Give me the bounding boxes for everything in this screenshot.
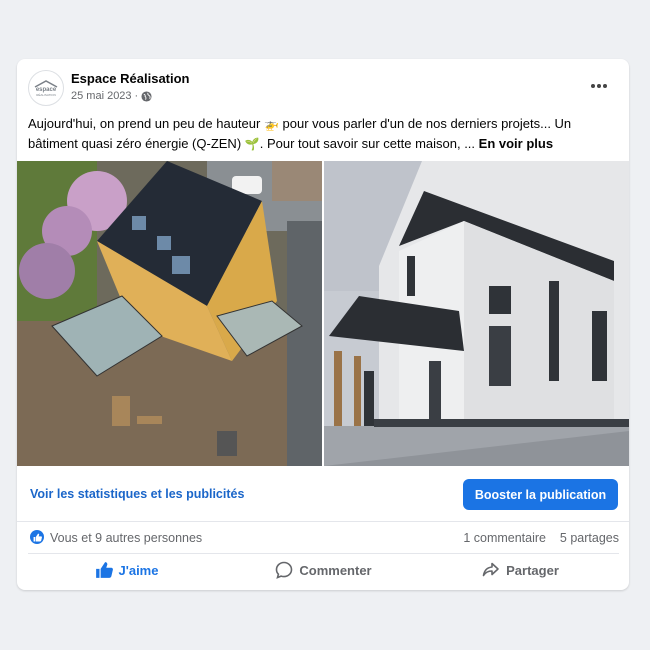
like-reaction-icon[interactable]: [30, 530, 44, 544]
post-text-part: . Pour tout savoir sur cette maison, ...: [259, 136, 479, 151]
seedling-emoji: 🌱: [244, 137, 260, 151]
page-name[interactable]: Espace Réalisation: [71, 71, 190, 86]
photo-house-street[interactable]: [324, 161, 629, 466]
thumbs-up-icon: [95, 562, 113, 578]
more-options-button[interactable]: [587, 76, 611, 96]
post-text: Aujourd'hui, on prend un peu de hauteur …: [28, 114, 620, 154]
photo-grid: [17, 161, 629, 466]
avatar[interactable]: espace RÉALISATION: [28, 70, 64, 106]
like-label: J'aime: [118, 562, 159, 578]
reaction-summary[interactable]: Vous et 9 autres personnes: [50, 531, 202, 545]
dot-icon: [591, 84, 595, 88]
post-meta: 25 mai 2023 ·: [71, 90, 152, 102]
boost-post-button[interactable]: Booster la publication: [463, 479, 618, 510]
share-count[interactable]: 5 partages: [560, 531, 619, 545]
see-more-link[interactable]: En voir plus: [479, 136, 553, 151]
comment-count[interactable]: 1 commentaire: [463, 531, 546, 545]
share-button[interactable]: Partager: [422, 555, 619, 585]
helicopter-emoji: 🚁: [263, 117, 279, 131]
share-label: Partager: [506, 562, 559, 578]
post-card: espace RÉALISATION Espace Réalisation 25…: [17, 59, 629, 590]
view-insights-link[interactable]: Voir les statistiques et les publicités: [30, 487, 244, 501]
globe-icon: [141, 90, 152, 102]
like-button[interactable]: J'aime: [28, 555, 225, 585]
action-bar: J'aime Commenter Partager: [28, 555, 619, 585]
dot-icon: [597, 84, 601, 88]
share-icon: [482, 562, 499, 577]
avatar-logo-subtext: RÉALISATION: [36, 92, 56, 97]
post-text-part: Aujourd'hui, on prend un peu de hauteur: [28, 116, 264, 131]
comment-label: Commenter: [299, 562, 372, 578]
dot-icon: [603, 84, 607, 88]
comment-button[interactable]: Commenter: [225, 555, 422, 585]
meta-separator: ·: [134, 90, 139, 102]
post-date[interactable]: 25 mai 2023: [71, 90, 132, 102]
post-header: espace RÉALISATION Espace Réalisation 25…: [28, 70, 617, 106]
comment-icon: [276, 561, 293, 579]
photo-aerial-house[interactable]: [17, 161, 322, 466]
insights-bar: Voir les statistiques et les publicités …: [17, 466, 629, 522]
reactions-bar: Vous et 9 autres personnes 1 commentaire…: [28, 522, 619, 554]
